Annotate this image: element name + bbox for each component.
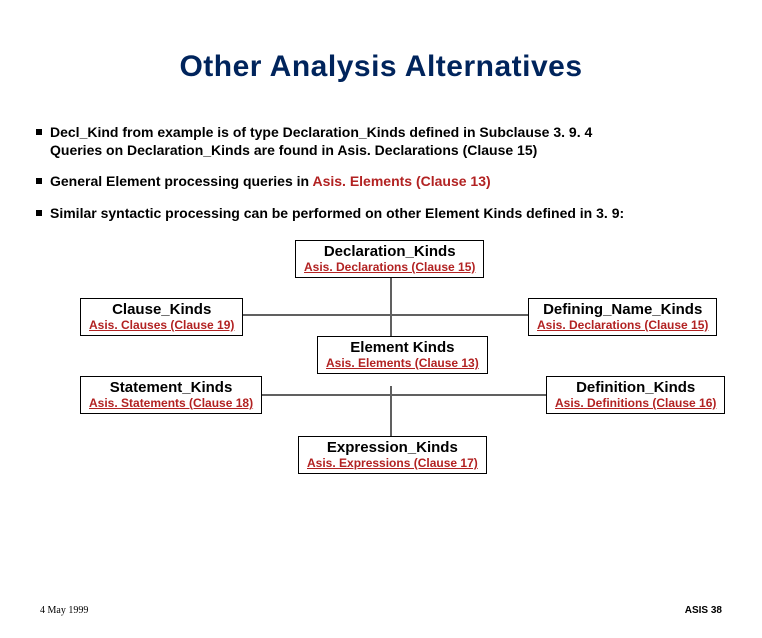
bullet-text: Decl_Kind from example is of type Declar… <box>50 124 592 159</box>
node-subtitle: Asis. Definitions (Clause 16) <box>555 396 716 410</box>
bullet-item: General Element processing queries in As… <box>36 173 762 191</box>
node-subtitle: Asis. Expressions (Clause 17) <box>307 456 478 470</box>
node-subtitle: Asis. Declarations (Clause 15) <box>304 260 475 274</box>
bullet-dot-icon <box>36 210 42 216</box>
footer-page: ASIS 38 <box>685 605 722 616</box>
bullet-prefix: General Element processing queries in <box>50 173 312 189</box>
node-expression-kinds: Expression_Kinds Asis. Expressions (Clau… <box>298 436 487 474</box>
node-title: Definition_Kinds <box>555 379 716 396</box>
node-subtitle: Asis. Clauses (Clause 19) <box>89 318 234 332</box>
node-subtitle: Asis. Elements (Clause 13) <box>326 356 479 370</box>
node-declaration-kinds: Declaration_Kinds Asis. Declarations (Cl… <box>295 240 484 278</box>
bullet-item: Decl_Kind from example is of type Declar… <box>36 124 762 159</box>
bullet-list: Decl_Kind from example is of type Declar… <box>36 124 762 222</box>
node-subtitle: Asis. Statements (Clause 18) <box>89 396 253 410</box>
footer-date: 4 May 1999 <box>40 605 88 616</box>
node-clause-kinds: Clause_Kinds Asis. Clauses (Clause 19) <box>80 298 243 336</box>
bullet-dot-icon <box>36 129 42 135</box>
slide-title: Other Analysis Alternatives <box>0 50 762 84</box>
bullet-dot-icon <box>36 178 42 184</box>
node-subtitle: Asis. Declarations (Clause 15) <box>537 318 708 332</box>
node-element-kinds: Element Kinds Asis. Elements (Clause 13) <box>317 336 488 374</box>
node-title: Declaration_Kinds <box>304 243 475 260</box>
node-title: Defining_Name_Kinds <box>537 301 708 318</box>
node-defining-name-kinds: Defining_Name_Kinds Asis. Declarations (… <box>528 298 717 336</box>
diagram: Declaration_Kinds Asis. Declarations (Cl… <box>0 236 762 496</box>
node-title: Expression_Kinds <box>307 439 478 456</box>
bullet-asis: Asis. Elements (Clause 13) <box>312 173 490 189</box>
bullet-item: Similar syntactic processing can be perf… <box>36 205 762 223</box>
node-title: Statement_Kinds <box>89 379 253 396</box>
node-title: Clause_Kinds <box>89 301 234 318</box>
node-definition-kinds: Definition_Kinds Asis. Definitions (Clau… <box>546 376 725 414</box>
node-statement-kinds: Statement_Kinds Asis. Statements (Clause… <box>80 376 262 414</box>
bullet-text: Similar syntactic processing can be perf… <box>50 205 624 223</box>
bullet-text: General Element processing queries in As… <box>50 173 491 191</box>
node-title: Element Kinds <box>326 339 479 356</box>
